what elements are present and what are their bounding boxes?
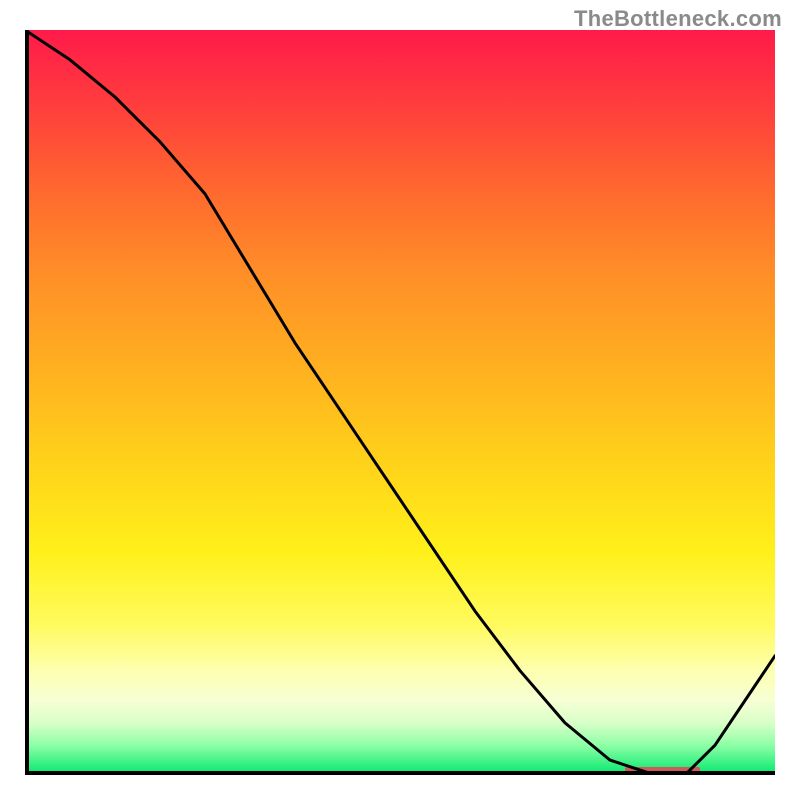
- watermark-text: TheBottleneck.com: [574, 6, 782, 32]
- chart-plot-area: [25, 30, 775, 775]
- gradient-background: [25, 30, 775, 775]
- optimal-range-marker: [625, 767, 700, 775]
